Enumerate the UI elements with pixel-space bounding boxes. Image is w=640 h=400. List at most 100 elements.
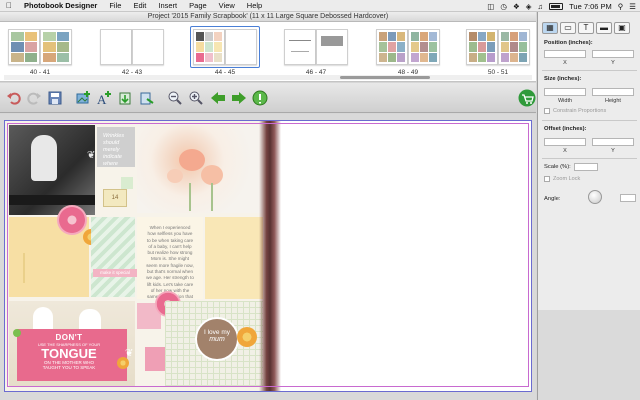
cart-button[interactable]	[518, 89, 536, 107]
undo-button[interactable]	[6, 90, 22, 106]
menu-page[interactable]: Page	[183, 1, 213, 10]
thumbnail-left-page	[193, 29, 225, 65]
date-tag[interactable]: 14	[103, 189, 127, 207]
quote-box[interactable]: Wrinkles should merely indicate where sm…	[97, 127, 135, 167]
constrain-proportions-label: Constrain Proportions	[553, 108, 607, 114]
butterfly-icon: ❦	[87, 151, 96, 161]
offset-y-field[interactable]	[592, 138, 634, 146]
add-photo-icon	[76, 91, 90, 104]
status-area: ◫ ◷ ❖ ◈ ♫ Tue 7:06 PM ⚲ ☰	[487, 0, 636, 12]
green-chevron-paper[interactable]	[91, 217, 135, 297]
thumbnail-right-page	[498, 29, 530, 65]
photo-mother[interactable]	[9, 125, 95, 215]
bluetooth-icon[interactable]: ❖	[513, 2, 520, 11]
shopping-cart-icon	[518, 89, 536, 107]
thumbnail-scrollbar[interactable]	[4, 75, 532, 80]
position-x-field[interactable]	[544, 50, 586, 58]
zoom-out-button[interactable]	[167, 90, 183, 106]
scale-field[interactable]	[574, 163, 598, 171]
menu-insert[interactable]: Insert	[152, 1, 183, 10]
width-field[interactable]	[544, 88, 586, 96]
panel-tabs: ▦ ▭ T ▬ ▣	[538, 22, 640, 36]
redo-button[interactable]	[26, 90, 42, 106]
right-page[interactable]	[267, 121, 531, 391]
position-y-label: Y	[611, 60, 615, 66]
position-x-label: X	[563, 60, 567, 66]
checkbox-box[interactable]	[544, 176, 550, 182]
add-photo-button[interactable]	[75, 90, 91, 106]
panel-divider	[542, 158, 637, 159]
menu-app-name[interactable]: Photobook Designer	[18, 1, 103, 10]
thumbnail-44-45[interactable]: 44 - 45	[190, 26, 260, 76]
love-badge[interactable]: I love my mum	[195, 317, 239, 361]
save-button[interactable]	[47, 90, 63, 106]
angle-dial[interactable]	[588, 190, 602, 204]
design-canvas[interactable]: Wrinkles should merely indicate where sm…	[0, 114, 536, 400]
paper-stitch	[23, 253, 25, 283]
quote-line-1: DON'T	[55, 333, 83, 342]
pink-flower-embellishment[interactable]	[57, 205, 87, 235]
thumbnail-50-51[interactable]: 50 - 51	[466, 29, 530, 76]
yellow-paper-right[interactable]	[205, 217, 263, 299]
tab-color[interactable]: ▬	[596, 22, 612, 34]
left-page[interactable]: Wrinkles should merely indicate where sm…	[5, 121, 267, 391]
menu-view[interactable]: View	[213, 1, 241, 10]
wifi-icon[interactable]: ◈	[526, 2, 532, 11]
tab-text[interactable]: T	[578, 22, 594, 34]
constrain-proportions-checkbox[interactable]: Constrain Proportions	[544, 108, 606, 114]
green-accent	[121, 177, 133, 189]
volume-icon[interactable]: ♫	[537, 2, 543, 11]
clock[interactable]: Tue 7:06 PM	[569, 2, 612, 11]
zoom-lock-checkbox[interactable]: Zoom Lock	[544, 176, 580, 182]
menu-edit[interactable]: Edit	[127, 1, 152, 10]
help-button[interactable]	[252, 90, 268, 106]
position-y-field[interactable]	[592, 50, 634, 58]
timemachine-icon[interactable]: ◷	[500, 2, 507, 11]
thumbnail-48-49[interactable]: 48 - 49	[376, 29, 440, 76]
previous-page-button[interactable]	[210, 90, 226, 106]
flower-shape	[179, 149, 205, 171]
scale-label: Scale (%):	[544, 164, 571, 170]
dropbox-icon[interactable]: ◫	[487, 2, 494, 11]
tab-frame[interactable]: ▭	[560, 22, 576, 34]
tab-layout[interactable]: ▦	[542, 22, 558, 34]
badge-text: I love my	[203, 329, 230, 336]
height-label: Height	[605, 98, 621, 104]
photo-flowers[interactable]	[137, 125, 263, 213]
thumbnail-right-page	[316, 29, 348, 65]
page-spread[interactable]: Wrinkles should merely indicate where sm…	[4, 120, 532, 392]
pink-square-paper-2[interactable]	[145, 347, 167, 371]
scrollbar-thumb[interactable]	[340, 76, 430, 79]
tab-effects[interactable]: ▣	[614, 22, 630, 34]
quote-card-tongue[interactable]: DON'T USE THE SHARPNESS OF YOUR TONGUE O…	[9, 301, 135, 387]
orange-flower-embellishment-2[interactable]	[237, 327, 257, 347]
add-text-button[interactable]: A	[96, 90, 112, 106]
offset-x-field[interactable]	[544, 138, 586, 146]
book-spine	[259, 121, 281, 391]
journal-card[interactable]: When I experienced how selfless you have…	[137, 217, 203, 299]
page-tool-button[interactable]	[139, 90, 155, 106]
thumbnail-42-43[interactable]: 42 - 43	[100, 29, 164, 76]
zoom-in-button[interactable]	[188, 90, 204, 106]
sticker-note[interactable]: make it special	[93, 269, 137, 277]
next-page-button[interactable]	[231, 90, 247, 106]
thumbnail-left-page	[284, 29, 316, 65]
battery-icon[interactable]	[549, 2, 564, 10]
window-title: Project '2015 Family Scrapbook' (11 x 11…	[0, 12, 536, 22]
thumbnail-left-page	[466, 29, 498, 65]
notification-center-icon[interactable]: ☰	[629, 2, 636, 11]
checkbox-box[interactable]	[544, 108, 550, 114]
menu-help[interactable]: Help	[241, 1, 268, 10]
thumbnail-46-47[interactable]: 46 - 47	[284, 29, 348, 76]
height-field[interactable]	[592, 88, 634, 96]
flower-stem	[211, 183, 213, 211]
insert-page-button[interactable]	[117, 90, 133, 106]
thumbnail-right-page	[132, 29, 164, 65]
angle-field[interactable]	[620, 194, 636, 202]
menu-file[interactable]: File	[103, 1, 127, 10]
main-toolbar: A	[0, 83, 536, 113]
page-tool-icon	[140, 92, 154, 105]
spotlight-icon[interactable]: ⚲	[618, 2, 624, 11]
thumbnail-40-41[interactable]: 40 - 41	[8, 29, 72, 76]
apple-menu-icon[interactable]: 	[0, 1, 18, 10]
